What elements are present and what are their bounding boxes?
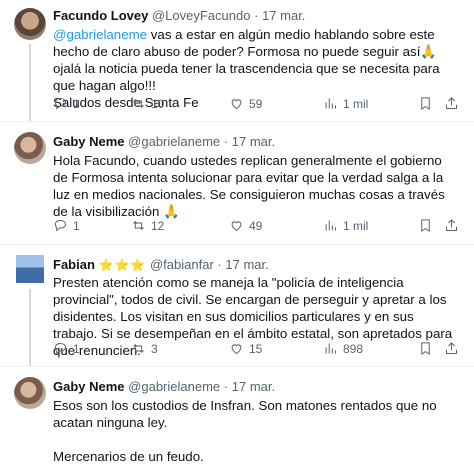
tweet[interactable]: Gaby Neme @gabrielaneme · 17 mar. Hola F… [0,122,474,245]
tweet[interactable]: Gaby Neme @gabrielaneme · 17 mar. Esos s… [0,367,474,470]
heart-icon [231,99,242,110]
reply-button[interactable]: 1 [53,218,80,233]
views-count: 1 mil [343,218,369,233]
tweet-body: Esos son los custodios de Insfran. Son m… [53,398,437,430]
retweet-button[interactable]: 3 [131,341,158,356]
action-bar: 1 12 49 1 mil [53,218,462,234]
like-count: 59 [249,96,263,111]
tweet-body-line2: Mercenarios de un feudo. [53,449,204,464]
tweet-header: Gaby Neme @gabrielaneme · 17 mar. [53,134,464,149]
share-button[interactable] [444,96,459,111]
separator-dot: · [254,8,259,23]
bookmark-button[interactable] [418,218,433,233]
share-button[interactable] [444,218,459,233]
reply-icon [54,342,67,355]
views-icon [325,98,336,109]
views-icon [325,343,336,354]
separator-dot: · [223,379,229,394]
like-button[interactable]: 15 [229,341,262,356]
tweet[interactable]: Facundo Lovey @LoveyFacundo · 17 mar. @g… [0,0,474,122]
share-icon [446,342,457,354]
tweet[interactable]: Fabian ⭐⭐⭐ @fabianfar · 17 mar. Presten … [0,245,474,367]
heart-icon [231,344,242,355]
views-count: 898 [343,341,364,356]
share-icon [446,97,457,109]
like-count: 49 [249,218,263,233]
retweet-count: 10 [151,96,165,111]
tweet-date[interactable]: 17 mar. [225,257,268,272]
views-button[interactable]: 1 mil [323,218,368,233]
tweet-date[interactable]: 17 mar. [262,8,305,23]
reply-button[interactable]: 1 [53,341,80,356]
heart-icon [231,221,242,232]
user-handle[interactable]: @gabrielaneme [128,134,220,149]
retweet-count: 12 [151,218,165,233]
reply-count: 1 [73,341,80,356]
tweet-header: Facundo Lovey @LoveyFacundo · 17 mar. [53,8,464,23]
display-name[interactable]: Facundo Lovey [53,8,148,23]
thread-line [29,44,31,121]
views-button[interactable]: 898 [323,341,363,356]
display-name[interactable]: Fabian [53,257,95,272]
bookmark-icon [421,219,430,233]
share-icon [446,219,457,231]
tweet-date[interactable]: 17 mar. [232,379,275,394]
avatar[interactable] [16,255,44,283]
reply-icon [54,97,67,110]
reply-count: 1 [73,218,80,233]
reply-button[interactable]: 1 [53,96,80,111]
avatar[interactable] [14,132,46,164]
display-name[interactable]: Gaby Neme [53,134,125,149]
bookmark-button[interactable] [418,96,433,111]
share-button[interactable] [444,341,459,356]
reply-icon [54,219,67,232]
tweet-header: Gaby Neme @gabrielaneme · 17 mar. [53,379,464,394]
user-handle[interactable]: @gabrielaneme [128,379,220,394]
tweet-text: Hola Facundo, cuando ustedes replican ge… [53,152,460,220]
user-handle[interactable]: @LoveyFacundo [152,8,250,23]
avatar[interactable] [14,377,46,409]
separator-dot: · [223,134,229,149]
separator-dot: · [217,257,222,272]
retweet-icon [133,99,144,108]
mention-link[interactable]: @gabrielaneme [53,27,147,42]
display-name[interactable]: Gaby Neme [53,379,125,394]
like-button[interactable]: 49 [229,218,262,233]
tweet-body: Hola Facundo, cuando ustedes replican ge… [53,153,445,219]
retweet-icon [133,344,144,353]
retweet-button[interactable]: 12 [131,218,164,233]
views-icon [325,220,336,231]
reply-count: 1 [73,96,80,111]
like-button[interactable]: 59 [229,96,262,111]
views-count: 1 mil [343,96,369,111]
bookmark-icon [421,97,430,111]
action-bar: 1 10 59 1 mil [53,96,462,112]
user-handle[interactable]: @fabianfar [150,257,214,272]
retweet-count: 3 [151,341,158,356]
tweet-header: Fabian ⭐⭐⭐ @fabianfar · 17 mar. [53,257,464,272]
action-bar: 1 3 15 898 [53,341,462,357]
bookmark-button[interactable] [418,341,433,356]
retweet-icon [133,221,144,230]
bookmark-icon [421,342,430,356]
like-count: 15 [249,341,263,356]
views-button[interactable]: 1 mil [323,96,368,111]
tweet-date[interactable]: 17 mar. [232,134,275,149]
retweet-button[interactable]: 10 [131,96,164,111]
thread-line [29,289,31,366]
avatar[interactable] [14,8,46,40]
tweet-text: Esos son los custodios de Insfran. Son m… [53,397,460,465]
name-emoji: ⭐⭐⭐ [98,258,147,272]
